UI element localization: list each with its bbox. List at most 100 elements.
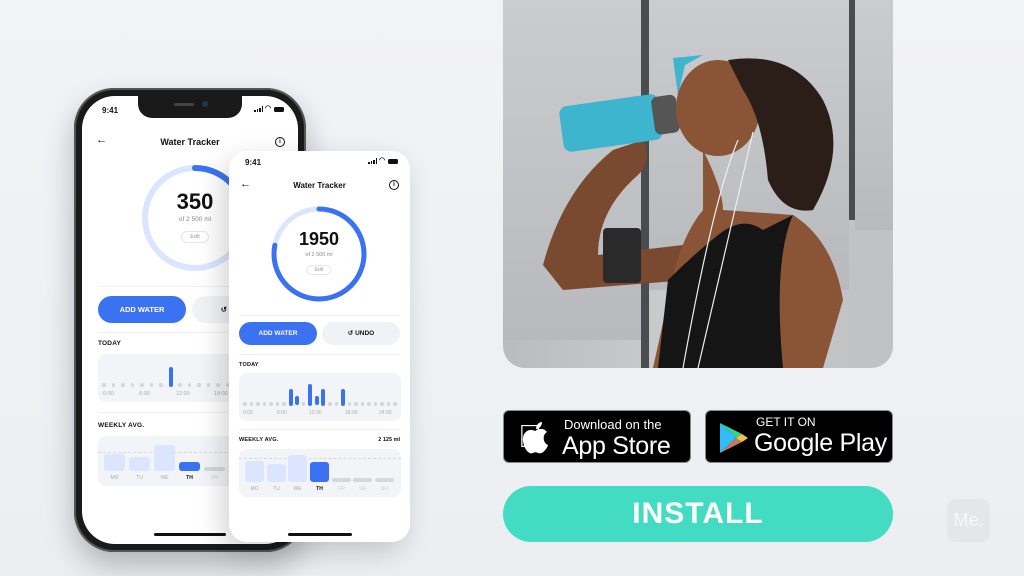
today-empty-dot [373,402,378,406]
weekly-average-line [239,458,401,460]
weekly-bar [288,454,307,482]
photo-illustration [543,55,843,368]
today-intake-bar [321,389,326,406]
phone-notch [138,96,242,118]
hero-photo-woman-drinking-water [503,0,893,368]
undo-button[interactable]: ↺ UNDO [322,322,400,345]
today-empty-dot [360,402,365,406]
info-icon[interactable]: i [389,180,399,190]
today-empty-dot [256,402,260,406]
wifi-icon: ◠ [379,157,386,164]
weekly-bar [332,478,351,482]
weekday-label: MO [110,475,119,481]
today-empty-dot [282,402,286,406]
weekday-label: MO [250,486,259,492]
screen-title: Water Tracker [293,181,346,190]
weekly-chart: MO TU WE TH FR SA SU [239,449,401,497]
today-tick: 0:00 [103,391,114,397]
weekday-label: TU [273,486,280,492]
info-icon[interactable]: i [275,137,285,147]
weekday-label: FR [338,486,345,492]
undo-label: UNDO [355,330,375,337]
today-label: TODAY [98,340,122,347]
today-intake-bar [168,366,173,387]
app-store-button[interactable]:  Download on the App Store [503,410,691,463]
status-time: 9:41 [245,158,262,167]
google-play-big-text: Google Play [754,429,887,457]
weekday-label: TU [136,475,143,481]
weekly-label: WEEKLY AVG. [98,422,145,429]
install-button[interactable]: INSTALL [503,486,893,542]
today-empty-dot [386,402,391,406]
today-empty-dot [178,383,182,387]
weekly-bar [129,457,150,471]
weekly-bar [375,478,394,482]
today-empty-dot [197,383,201,387]
battery-icon [388,158,398,164]
weekday-label: SA [359,486,366,492]
today-intake-bar [340,389,345,406]
today-intake-bar [308,383,313,406]
edit-button[interactable]: Edit [181,231,209,243]
google-play-icon [720,423,748,453]
status-time: 9:41 [102,106,119,115]
today-tick: 6:00 [139,391,150,397]
today-empty-dot [262,402,267,406]
today-empty-dot [149,383,154,387]
weekday-label: FR [211,475,218,481]
today-empty-dot [334,402,339,406]
today-empty-dot [354,402,358,406]
today-tick: 18:00 [345,410,358,416]
app-store-small-text: Download on the [564,417,662,432]
weekday-label: TH [186,475,193,481]
today-chart: 0:00 6:00 12:00 18:00 24:00 [239,373,401,421]
weekly-label: WEEKLY AVG. [239,437,279,443]
today-empty-dot [347,402,352,406]
phone-mockup-front: 9:41 ◠ ← Water Tracker i 1950 of 2 500 m… [229,151,410,542]
screen-title: Water Tracker [160,137,220,147]
today-empty-dot [140,383,144,387]
weekday-label: TH [316,486,323,492]
today-tick: 12:00 [309,410,322,416]
apple-logo-icon [522,422,548,454]
weekly-bar [104,454,125,471]
weekly-bar [353,478,372,482]
google-play-button[interactable]: GET IT ON Google Play [705,410,893,463]
weekday-label: SU [381,486,388,492]
today-empty-dot [121,383,125,387]
today-empty-dot [328,402,332,406]
today-empty-dot [301,402,306,406]
goal-label: of 2 500 ml [305,252,333,258]
today-empty-dot [102,383,106,387]
today-empty-dot [206,383,211,387]
today-empty-dot [367,402,371,406]
weekly-bar [267,464,286,482]
google-play-small-text: GET IT ON [756,415,816,429]
add-water-button[interactable]: ADD WATER [98,296,186,323]
signal-icon [254,106,263,112]
today-empty-dot [243,402,247,406]
brand-logo: Me. [947,499,990,542]
today-tick: 18:00 [214,391,228,397]
weekly-bar [204,467,225,471]
ad-banner: 9:41 ◠ ← Water Tracker i 350 of 2 500 ml… [0,0,1024,576]
home-indicator [287,533,352,536]
today-intake-bar [288,389,293,406]
signal-icon [368,158,377,164]
weekly-bar [154,445,175,471]
edit-button[interactable]: Edit [306,265,332,275]
home-indicator [154,533,226,536]
today-empty-dot [187,383,192,387]
today-empty-dot [216,383,220,387]
today-intake-bar [314,395,319,406]
today-empty-dot [269,402,273,406]
today-empty-dot [159,383,163,387]
weekly-bar [310,462,329,482]
today-tick: 24:00 [379,410,392,416]
wifi-icon: ◠ [265,105,272,112]
weekly-average-value: 2 125 ml [378,437,400,443]
today-tick: 6:00 [277,410,287,416]
weekly-bar [179,462,200,471]
today-empty-dot [393,402,397,406]
add-water-button[interactable]: ADD WATER [239,322,317,345]
